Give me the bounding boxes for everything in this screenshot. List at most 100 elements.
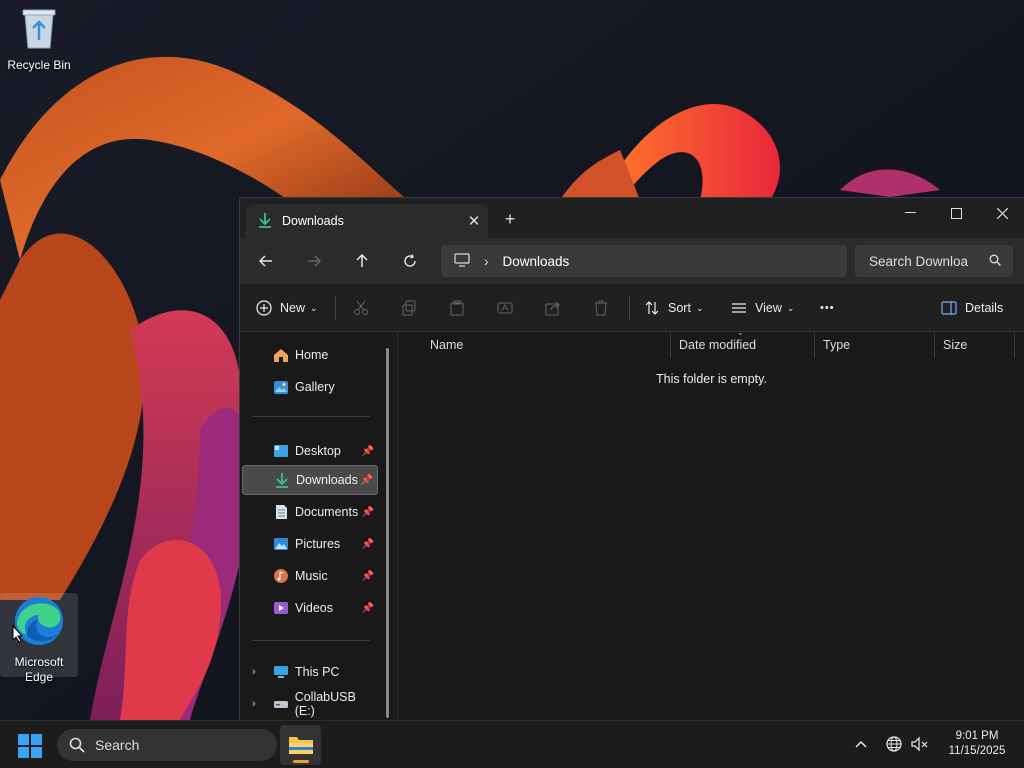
- back-button[interactable]: [252, 248, 280, 274]
- chevron-down-icon: ⌄: [310, 302, 318, 313]
- refresh-button[interactable]: [396, 248, 424, 274]
- clock-date: 11/15/2025: [948, 745, 1006, 757]
- nav-usb-drive[interactable]: › CollabUSB (E:): [242, 689, 378, 719]
- tab-label: Downloads: [282, 214, 344, 228]
- pin-icon[interactable]: 📌: [362, 539, 374, 550]
- share-icon: [545, 301, 560, 316]
- delete-button[interactable]: [593, 294, 609, 322]
- clock[interactable]: 9:01 PM 11/15/2025: [934, 729, 1020, 759]
- edge-label: Microsoft Edge: [14, 655, 64, 684]
- more-options-button[interactable]: •••: [820, 294, 835, 322]
- copy-button[interactable]: [401, 294, 417, 322]
- volume-button[interactable]: [911, 736, 929, 755]
- up-button[interactable]: [348, 248, 376, 274]
- taskbar-search[interactable]: Search: [57, 729, 277, 761]
- download-icon: [258, 212, 272, 231]
- file-list[interactable]: Name Date modified ⌄ Type Size This fold…: [398, 328, 1024, 721]
- pin-icon[interactable]: 📌: [362, 571, 374, 582]
- nav-usb-label: CollabUSB (E:): [294, 690, 356, 718]
- taskbar: Search 9:01 PM 11/15/2025: [0, 720, 1024, 768]
- nav-music-label: Music: [295, 569, 328, 583]
- minimize-button[interactable]: [887, 198, 933, 228]
- nav-pictures-label: Pictures: [295, 537, 341, 551]
- close-icon: [996, 207, 1008, 219]
- chevron-up-icon: [855, 741, 867, 748]
- close-button[interactable]: [979, 198, 1024, 228]
- view-list-icon: [732, 303, 746, 313]
- clock-time: 9:01 PM: [955, 730, 999, 742]
- new-tab-button[interactable]: +: [500, 209, 520, 230]
- nav-home-label: Home: [295, 348, 329, 362]
- chevron-right-icon[interactable]: ›: [252, 666, 256, 678]
- nav-this-pc[interactable]: › This PC: [242, 657, 378, 687]
- maximize-button[interactable]: [933, 198, 979, 228]
- nav-documents-label: Documents: [295, 505, 359, 519]
- nav-desktop[interactable]: Desktop 📌: [242, 436, 378, 466]
- chevron-right-icon[interactable]: ›: [252, 698, 256, 710]
- details-button[interactable]: Details: [941, 294, 1003, 322]
- cut-button[interactable]: [353, 294, 369, 322]
- column-type[interactable]: Type: [815, 332, 935, 358]
- nav-desktop-label: Desktop: [295, 444, 341, 458]
- folder-icon: [288, 737, 313, 754]
- nav-scrollbar[interactable]: [386, 348, 389, 718]
- nav-home[interactable]: Home: [242, 340, 378, 370]
- arrow-up-icon: [356, 254, 368, 267]
- file-explorer-window[interactable]: Downloads ✕ + › Downloads Search Downloa…: [239, 197, 1024, 721]
- title-bar[interactable]: Downloads ✕ +: [240, 198, 1024, 238]
- address-bar[interactable]: › Downloads: [441, 245, 847, 277]
- divider: [252, 640, 370, 641]
- nav-downloads[interactable]: Downloads 📌: [242, 465, 378, 495]
- sort-icon: [645, 301, 659, 315]
- paste-button[interactable]: [449, 294, 465, 322]
- column-date-modified[interactable]: Date modified ⌄: [671, 328, 815, 358]
- nav-pictures[interactable]: Pictures 📌: [242, 529, 378, 559]
- navigation-pane: Home Gallery Desktop 📌 Downloads 📌 Docum…: [240, 332, 398, 721]
- start-button[interactable]: [18, 734, 42, 758]
- tab-close-icon[interactable]: ✕: [460, 212, 488, 230]
- recycle-bin-icon: [0, 6, 78, 54]
- search-icon: [989, 254, 1001, 269]
- search-placeholder: Search Downloa: [869, 253, 969, 269]
- recycle-bin-label: Recycle Bin: [7, 58, 71, 72]
- view-label: View: [755, 301, 782, 315]
- recycle-bin-desktop-icon[interactable]: Recycle Bin: [0, 6, 78, 73]
- pin-icon[interactable]: 📌: [362, 507, 374, 518]
- divider: [335, 296, 336, 320]
- command-bar: New ⌄ Sort ⌄ View ⌄ ••• Details: [240, 284, 1024, 332]
- home-icon: [272, 347, 290, 363]
- speaker-muted-icon: [911, 736, 928, 752]
- edge-desktop-icon[interactable]: Microsoft Edge: [0, 593, 78, 684]
- new-button[interactable]: New ⌄: [256, 294, 318, 322]
- download-icon: [273, 472, 291, 488]
- running-indicator: [293, 760, 309, 763]
- nav-music[interactable]: Music 📌: [242, 561, 378, 591]
- tab-downloads[interactable]: Downloads ✕: [246, 204, 488, 238]
- sort-button[interactable]: Sort ⌄: [644, 294, 703, 322]
- nav-gallery[interactable]: Gallery: [242, 372, 378, 402]
- column-size[interactable]: Size: [935, 332, 1015, 358]
- rename-button[interactable]: [497, 294, 513, 322]
- pin-icon[interactable]: 📌: [362, 446, 374, 457]
- copy-icon: [402, 300, 416, 316]
- pin-icon[interactable]: 📌: [361, 475, 373, 486]
- music-icon: [272, 568, 290, 584]
- navigation-bar: › Downloads Search Downloa: [240, 238, 1024, 284]
- column-name[interactable]: Name: [422, 332, 671, 358]
- maximize-icon: [950, 207, 962, 219]
- file-explorer-taskbar-button[interactable]: [280, 725, 321, 765]
- nav-documents[interactable]: Documents 📌: [242, 497, 378, 527]
- mouse-cursor-icon: [12, 625, 24, 643]
- breadcrumb-downloads[interactable]: Downloads: [503, 254, 570, 269]
- empty-folder-message: This folder is empty.: [656, 372, 767, 386]
- computer-icon: [272, 664, 290, 680]
- nav-videos[interactable]: Videos 📌: [242, 593, 378, 623]
- view-button[interactable]: View ⌄: [731, 294, 794, 322]
- share-button[interactable]: [545, 294, 561, 322]
- breadcrumb-separator: ›: [484, 253, 489, 269]
- network-button[interactable]: [886, 736, 902, 755]
- search-box[interactable]: Search Downloa: [855, 245, 1013, 277]
- show-hidden-icons-button[interactable]: [855, 735, 867, 751]
- pin-icon[interactable]: 📌: [362, 603, 374, 614]
- forward-button[interactable]: [300, 248, 328, 274]
